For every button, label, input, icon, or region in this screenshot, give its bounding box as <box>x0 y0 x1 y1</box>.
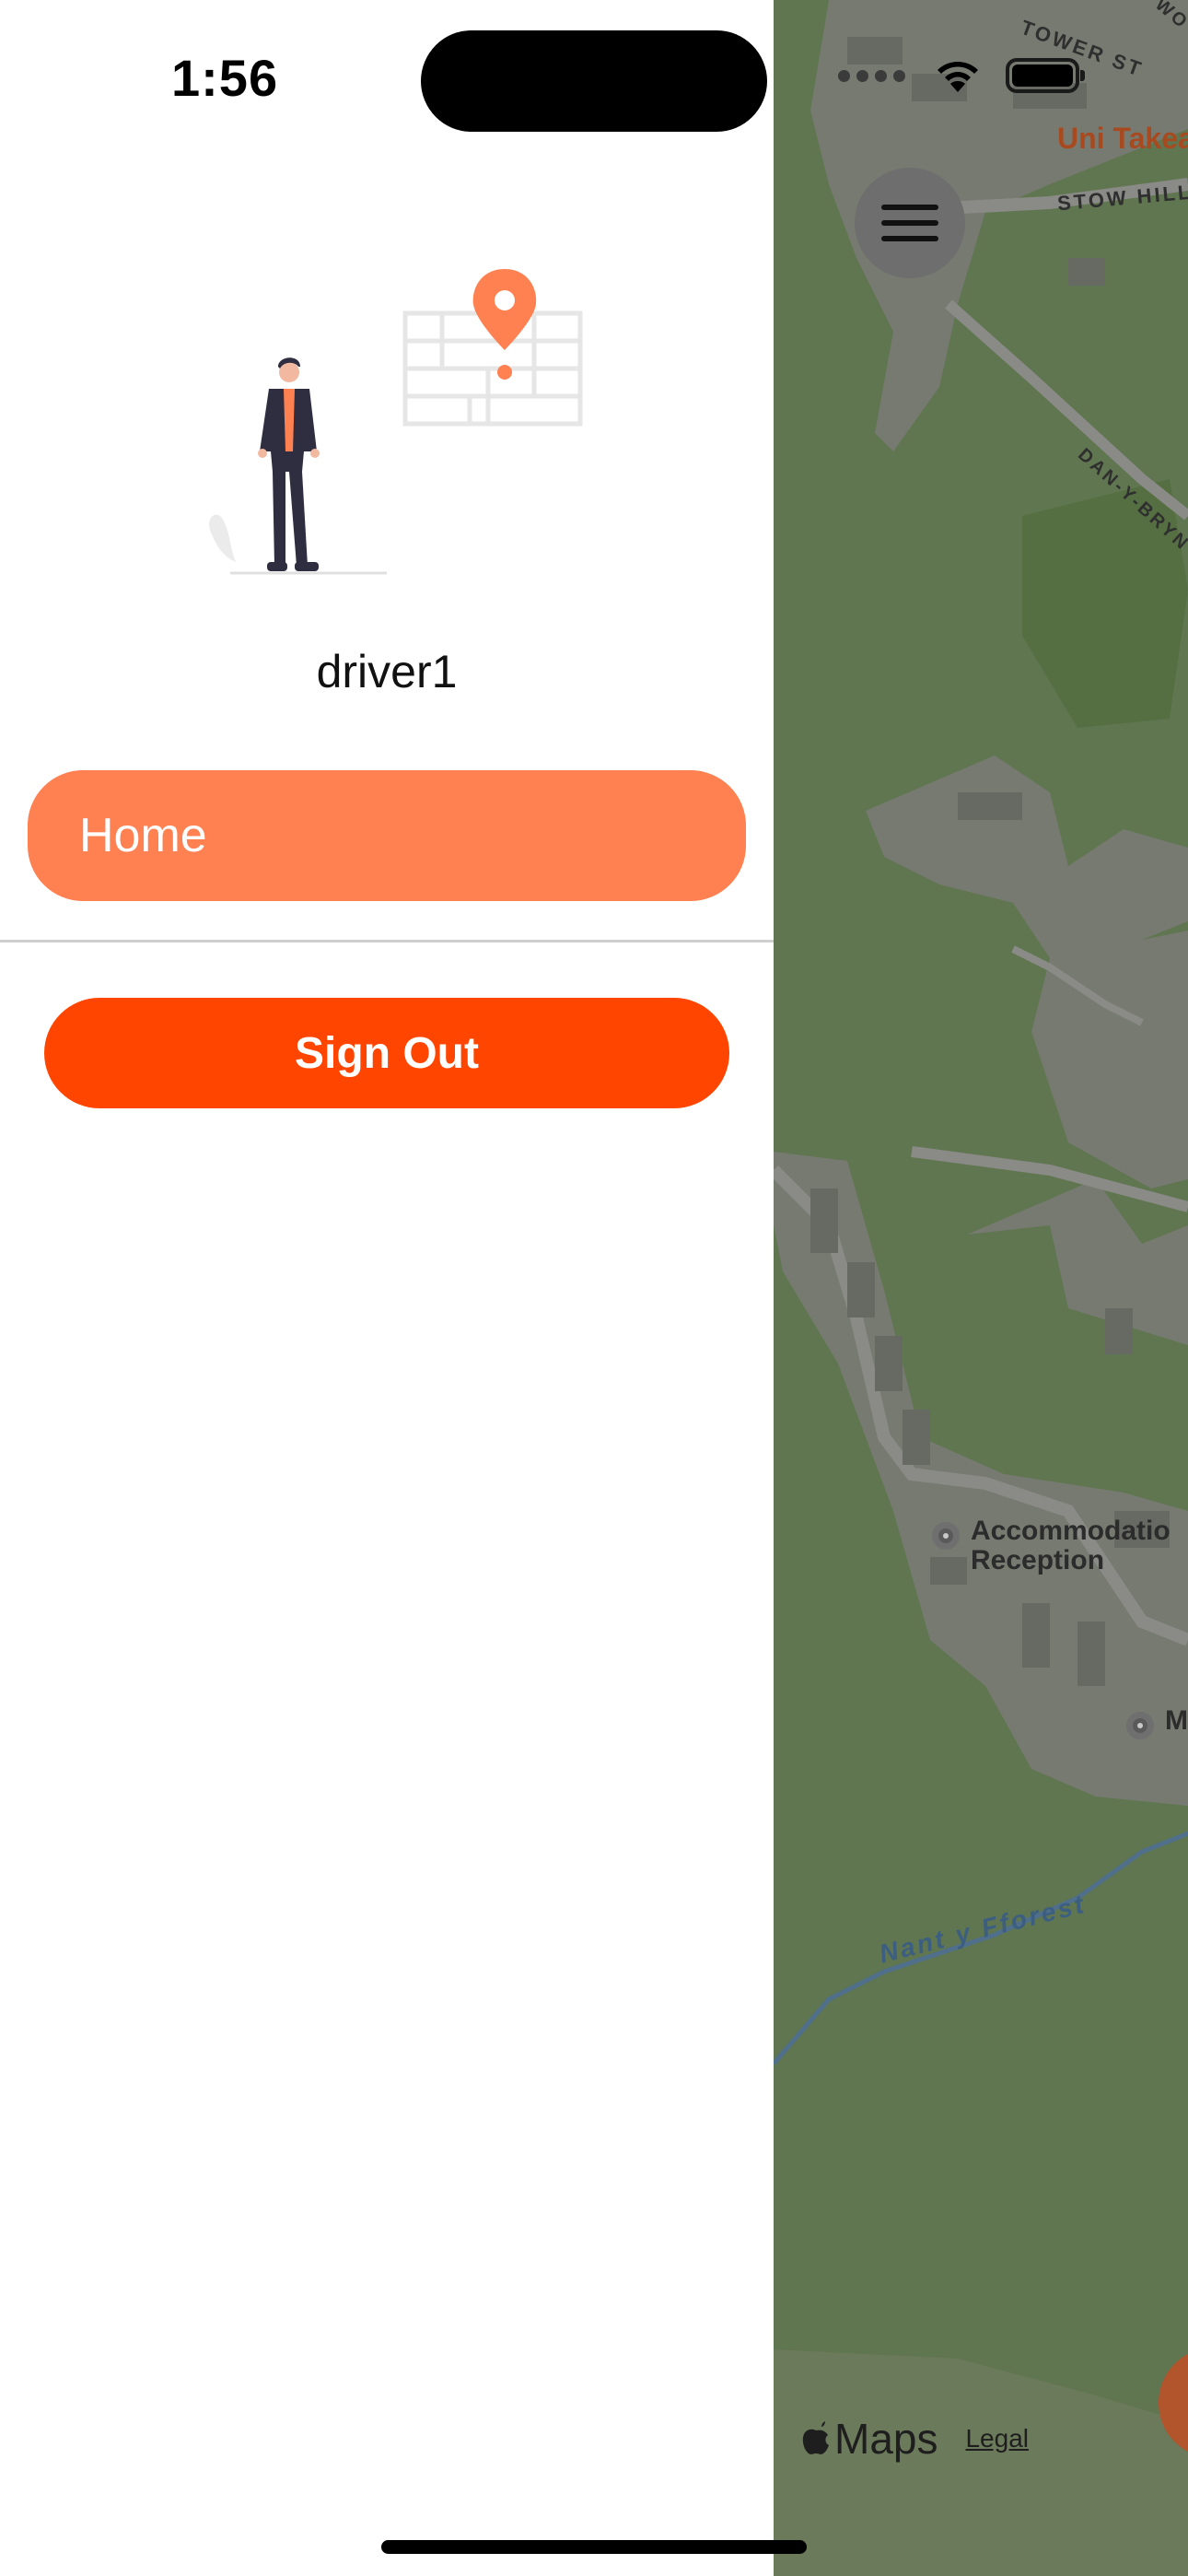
map-poi-accommodation[interactable]: Accommodatio Reception <box>932 1516 1171 1575</box>
legal-link[interactable]: Legal <box>965 2424 1029 2453</box>
maps-attribution: Maps Legal <box>801 2414 1029 2464</box>
poi-marker-icon <box>1126 1712 1154 1739</box>
map-background <box>774 0 1188 2576</box>
wifi-icon <box>938 62 978 92</box>
menu-toggle-button[interactable] <box>855 168 965 278</box>
poi-label-line2: Reception <box>971 1545 1105 1575</box>
divider <box>0 940 774 943</box>
person-with-map-pin-illustration <box>209 269 583 575</box>
status-icons <box>838 57 1085 94</box>
navigation-drawer: driver1 Home Sign Out <box>0 0 774 2576</box>
apple-logo-icon <box>802 2421 829 2454</box>
map-poi-m[interactable]: M <box>1126 1706 1188 1739</box>
maps-logo-text: Maps <box>834 2415 938 2463</box>
app-screen: TOWER ST WO Uni Takea STOW HILL DAN-Y-BR… <box>0 0 1188 2576</box>
hamburger-menu-icon <box>881 194 938 252</box>
status-time: 1:56 <box>171 49 279 107</box>
drawer-item-label: Home <box>79 809 207 862</box>
map-label-uni-takeaway: Uni Takea <box>1057 122 1188 155</box>
map-view[interactable]: TOWER ST WO Uni Takea STOW HILL DAN-Y-BR… <box>774 0 1188 2576</box>
username-label: driver1 <box>316 646 458 697</box>
apple-maps-logo: Maps <box>801 2414 938 2464</box>
home-indicator[interactable] <box>381 2540 807 2554</box>
poi-marker-icon <box>932 1522 960 1550</box>
cellular-signal-icon <box>838 69 912 82</box>
poi-label-line1: Accommodatio <box>971 1516 1171 1546</box>
sign-out-button[interactable]: Sign Out <box>44 998 729 1108</box>
poi-label: M <box>1165 1705 1188 1736</box>
dynamic-island <box>421 30 767 132</box>
drawer-item-home[interactable]: Home <box>28 770 746 901</box>
battery-icon <box>1006 58 1085 93</box>
